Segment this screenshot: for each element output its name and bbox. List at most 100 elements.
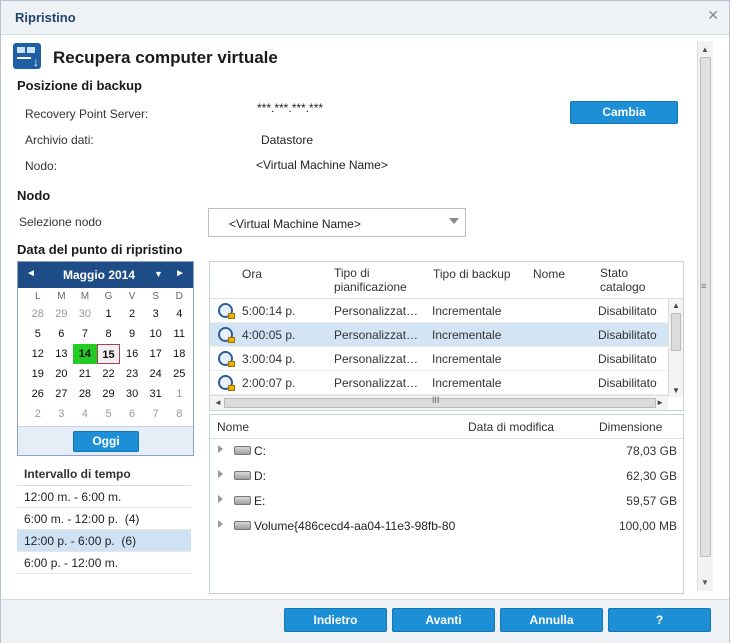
calendar-day[interactable]: 18 (167, 344, 191, 364)
calendar-day[interactable]: 5 (26, 324, 50, 344)
table-row[interactable]: 5:00:14 p. Personalizzat… Incrementale D… (210, 299, 668, 323)
column-header-catalog-status[interactable]: Stato catalogo (600, 266, 660, 294)
calendar-day[interactable]: 28 (26, 304, 50, 324)
calendar-day-with-backup[interactable]: 14 (73, 344, 97, 364)
calendar-day[interactable]: 30 (120, 384, 144, 404)
column-header-modified[interactable]: Data di modifica (468, 420, 554, 434)
scroll-up-arrow-icon[interactable]: ▲ (672, 301, 680, 310)
next-month-icon[interactable]: ► (175, 268, 185, 279)
drive-icon (234, 471, 251, 480)
calendar-day[interactable]: 11 (167, 324, 191, 344)
tree-row[interactable]: Volume{486cecd4-aa04-11e3-98fb-80 100,00… (210, 514, 683, 539)
calendar-day[interactable]: 23 (120, 364, 144, 384)
close-icon[interactable]: ✕ (707, 7, 719, 24)
scroll-thumb[interactable] (224, 398, 656, 408)
calendar-day[interactable]: 21 (73, 364, 97, 384)
back-button[interactable]: Indietro (284, 608, 387, 632)
scroll-down-arrow-icon[interactable]: ▼ (672, 386, 680, 395)
calendar-day[interactable]: 25 (167, 364, 191, 384)
column-header-backup-type[interactable]: Tipo di backup (433, 267, 511, 281)
calendar-day[interactable]: 1 (97, 304, 121, 324)
calendar-month[interactable]: Maggio 2014 (63, 268, 135, 282)
cell-time: 2:00:07 p. (242, 376, 296, 390)
scroll-down-arrow-icon[interactable]: ▼ (701, 578, 709, 587)
calendar-day[interactable]: 5 (97, 404, 121, 424)
table-horizontal-scrollbar[interactable]: ◄ III ► (210, 395, 668, 410)
calendar-day[interactable]: 7 (73, 324, 97, 344)
interval-count: (6) (121, 534, 137, 548)
scroll-up-arrow-icon[interactable]: ▲ (701, 45, 709, 54)
cell-schedule-type: Personalizzat… (334, 304, 419, 318)
cell-schedule-type: Personalizzat… (334, 352, 419, 366)
calendar-day[interactable]: 9 (120, 324, 144, 344)
column-header-name[interactable]: Nome (217, 420, 249, 434)
calendar-day[interactable]: 3 (50, 404, 74, 424)
help-button[interactable]: ? (608, 608, 711, 632)
calendar-day[interactable]: 30 (73, 304, 97, 324)
column-header-size[interactable]: Dimensione (599, 420, 662, 434)
column-header-time[interactable]: Ora (242, 267, 262, 281)
calendar-day[interactable]: 6 (50, 324, 74, 344)
scroll-right-arrow-icon[interactable]: ► (656, 398, 664, 407)
calendar-day[interactable]: 20 (50, 364, 74, 384)
prev-month-icon[interactable]: ◄ (26, 268, 36, 279)
table-row-selected[interactable]: 4:00:05 p. Personalizzat… Incrementale D… (210, 323, 668, 347)
calendar-day[interactable]: 26 (26, 384, 50, 404)
scroll-thumb[interactable] (700, 57, 711, 557)
column-header-name[interactable]: Nome (533, 267, 565, 281)
calendar-day[interactable]: 3 (144, 304, 168, 324)
time-interval-item[interactable]: 6:00 m. - 12:00 p. (4) (17, 508, 191, 530)
expand-icon[interactable] (218, 495, 223, 503)
calendar-day[interactable]: 4 (73, 404, 97, 424)
cell-time: 3:00:04 p. (242, 352, 296, 366)
table-vertical-scrollbar[interactable]: ▲ ▼ (668, 299, 683, 397)
expand-icon[interactable] (218, 470, 223, 478)
tree-row[interactable]: E: 59,57 GB (210, 489, 683, 514)
table-row[interactable]: 3:00:04 p. Personalizzat… Incrementale D… (210, 347, 668, 371)
calendar-day[interactable]: 4 (167, 304, 191, 324)
time-interval-item[interactable]: 12:00 m. - 6:00 m. (17, 486, 191, 508)
next-button[interactable]: Avanti (392, 608, 495, 632)
window-title: Ripristino (15, 10, 76, 25)
column-header-schedule-type[interactable]: Tipo di pianificazione (334, 266, 424, 294)
change-button[interactable]: Cambia (570, 101, 678, 124)
scroll-left-arrow-icon[interactable]: ◄ (214, 398, 222, 407)
calendar-day[interactable]: 6 (120, 404, 144, 424)
calendar-day[interactable]: 27 (50, 384, 74, 404)
calendar-day[interactable]: 2 (26, 404, 50, 424)
calendar-day[interactable]: 8 (167, 404, 191, 424)
calendar-day[interactable]: 31 (144, 384, 168, 404)
time-interval-item-selected[interactable]: 12:00 p. - 6:00 p. (6) (17, 530, 191, 552)
recovery-point-icon (218, 375, 235, 391)
calendar-day[interactable]: 22 (97, 364, 121, 384)
calendar-day[interactable]: 16 (120, 344, 144, 364)
weekday-row: L M M G V S D (26, 290, 191, 304)
calendar-day[interactable]: 28 (73, 384, 97, 404)
scroll-thumb[interactable] (671, 313, 681, 351)
today-button[interactable]: Oggi (73, 431, 139, 452)
calendar-day[interactable]: 29 (50, 304, 74, 324)
calendar-day[interactable]: 12 (26, 344, 50, 364)
node-select-dropdown[interactable]: <Virtual Machine Name> (208, 208, 466, 237)
calendar-day[interactable]: 24 (144, 364, 168, 384)
calendar-day[interactable]: 10 (144, 324, 168, 344)
calendar-day-selected[interactable]: 15 (96, 344, 121, 364)
calendar-week: 5 6 7 8 9 10 11 (26, 324, 191, 344)
calendar-day[interactable]: 7 (144, 404, 168, 424)
tree-row[interactable]: D: 62,30 GB (210, 464, 683, 489)
calendar-day[interactable]: 1 (167, 384, 191, 404)
calendar-day[interactable]: 8 (97, 324, 121, 344)
table-row[interactable]: 2:00:07 p. Personalizzat… Incrementale D… (210, 371, 668, 395)
cancel-button[interactable]: Annulla (500, 608, 603, 632)
calendar-day[interactable]: 17 (144, 344, 168, 364)
calendar-day[interactable]: 13 (50, 344, 74, 364)
main-vertical-scrollbar[interactable]: ▲ ≡ ▼ (697, 41, 713, 591)
calendar-day[interactable]: 19 (26, 364, 50, 384)
calendar-day[interactable]: 29 (97, 384, 121, 404)
tree-row[interactable]: C: 78,03 GB (210, 439, 683, 464)
expand-icon[interactable] (218, 445, 223, 453)
month-dropdown-icon[interactable]: ▼ (154, 269, 163, 279)
time-interval-item[interactable]: 6:00 p. - 12:00 m. (17, 552, 191, 574)
expand-icon[interactable] (218, 520, 223, 528)
calendar-day[interactable]: 2 (120, 304, 144, 324)
